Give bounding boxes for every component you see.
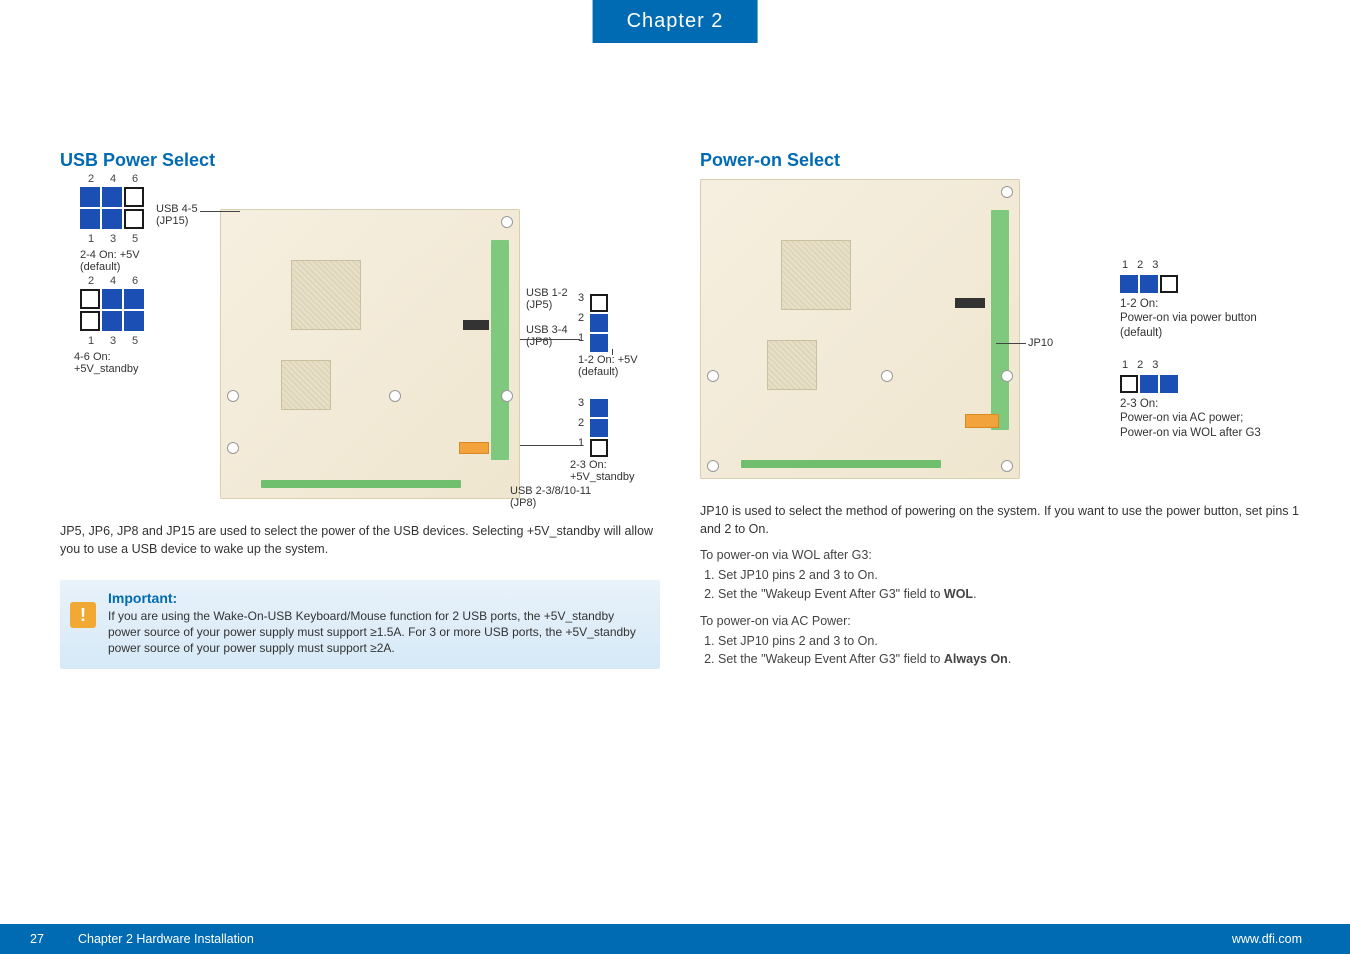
section-title-right: Power-on Select [700, 150, 1320, 171]
important-text: If you are using the Wake-On-USB Keyboar… [108, 608, 646, 657]
warning-icon: ! [70, 602, 96, 628]
jumper-jp15-default [80, 187, 146, 231]
usb-power-diagram: 246 135 2-4 On: +5V(default) USB 4-5(JP1… [60, 179, 660, 509]
jp10-option-ac-wol: 123 2-3 On: Power-on via AC power; Power… [1120, 359, 1261, 440]
power-on-diagram: JP10 123 1-2 On: Power-on via power butt… [700, 179, 1320, 489]
jp15-nums-top: 246 [80, 173, 146, 185]
right-sub2: To power-on via AC Power: [700, 614, 1320, 628]
footer-right: www.dfi.com [1232, 932, 1302, 946]
jp15-caption: 2-4 On: +5V(default) [80, 249, 140, 273]
important-box: ! Important: If you are using the Wake-O… [60, 580, 660, 669]
steps-ac: Set JP10 pins 2 and 3 to On. Set the "Wa… [718, 632, 1320, 670]
jumper-jp5-default [590, 294, 608, 352]
jp10-callout: JP10 [1028, 337, 1053, 349]
jp15b-nums-bot: 135 [80, 335, 146, 347]
right-para1: JP10 is used to select the method of pow… [700, 503, 1320, 538]
right-sub1: To power-on via WOL after G3: [700, 548, 1320, 562]
vopt1: 1-2 On: +5V(default) [578, 354, 638, 378]
jumper-jp15-standby [80, 289, 146, 333]
chapter-tab: Chapter 2 [593, 0, 758, 43]
jumper-jp8-standby [590, 399, 608, 457]
vopt2: 2-3 On:+5V_standby [570, 459, 635, 483]
jp6-label: USB 3-4(JP6) [526, 324, 568, 348]
jp8-label: USB 2-3/8/10-11(JP8) [510, 485, 591, 509]
jp15-name: USB 4-5(JP15) [156, 203, 198, 227]
jp15b-nums-top: 246 [80, 275, 146, 287]
important-title: Important: [108, 590, 646, 606]
left-paragraph: JP5, JP6, JP8 and JP15 are used to selec… [60, 523, 660, 558]
footer-left: Chapter 2 Hardware Installation [78, 932, 254, 946]
steps-wol: Set JP10 pins 2 and 3 to On. Set the "Wa… [718, 566, 1320, 604]
page-footer: 27 Chapter 2 Hardware Installation www.d… [0, 924, 1350, 954]
section-title-left: USB Power Select [60, 150, 660, 171]
jp15-nums-bot: 135 [80, 233, 146, 245]
jp15b-caption: 4-6 On:+5V_standby [74, 351, 139, 375]
jp5-label: USB 1-2(JP5) [526, 287, 568, 311]
jp10-option-default: 123 1-2 On: Power-on via power button (d… [1120, 259, 1257, 340]
page-number: 27 [30, 932, 44, 946]
